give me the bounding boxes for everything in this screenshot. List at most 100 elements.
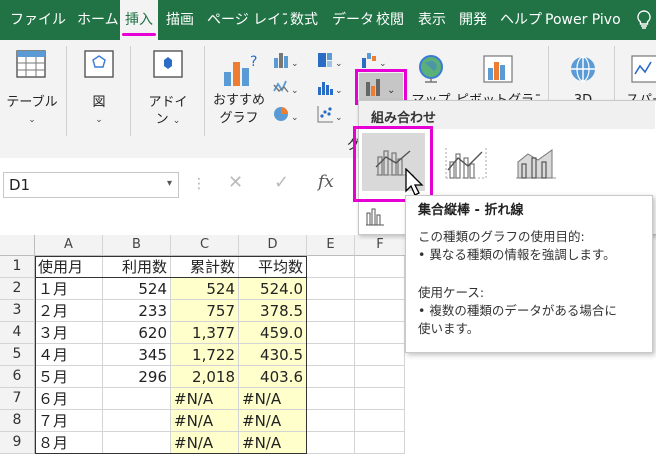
cell-a1[interactable]: 使用月 [35, 256, 103, 278]
cell-c7[interactable]: #N/A [171, 388, 239, 410]
cell-e4[interactable] [307, 322, 355, 344]
row-header[interactable]: 8 [0, 410, 35, 432]
cell-c6[interactable]: 2,018 [171, 366, 239, 388]
column-header-c[interactable]: C [171, 235, 239, 256]
cell-b1[interactable]: 利用数 [103, 256, 171, 278]
cell-f2[interactable] [355, 278, 405, 300]
tab-home[interactable]: ホーム [77, 0, 119, 40]
enter-icon[interactable]: ✓ [274, 172, 289, 193]
cell-d8[interactable]: #N/A [239, 410, 307, 432]
cell-e2[interactable] [307, 278, 355, 300]
cell-c5[interactable]: 1,722 [171, 344, 239, 366]
illustrations-button[interactable]: 図 [82, 94, 116, 111]
cell-f7[interactable] [355, 388, 405, 410]
row-header[interactable]: 3 [0, 300, 35, 322]
column-header-f[interactable]: F [355, 235, 406, 256]
cell-d3[interactable]: 378.5 [239, 300, 307, 322]
ribbon-divider [130, 46, 131, 136]
cancel-icon[interactable]: ✕ [228, 172, 243, 193]
cell-a2[interactable]: １月 [35, 278, 103, 300]
tab-insert[interactable]: 挿入 [120, 0, 158, 40]
row-header[interactable]: 1 [0, 256, 35, 278]
line-chart-icon[interactable]: ⌄ [272, 77, 299, 97]
cell-b8[interactable] [103, 410, 171, 432]
formula-bar-grip[interactable]: ⋮ [192, 176, 206, 192]
row-header[interactable]: 6 [0, 366, 35, 388]
cell-d6[interactable]: 403.6 [239, 366, 307, 388]
cell-a8[interactable]: ７月 [35, 410, 103, 432]
row-header[interactable]: 4 [0, 322, 35, 344]
cell-c3[interactable]: 757 [171, 300, 239, 322]
cell-b4[interactable]: 620 [103, 322, 171, 344]
cell-b2[interactable]: 524 [103, 278, 171, 300]
cell-f3[interactable] [355, 300, 405, 322]
cell-e1[interactable] [307, 256, 355, 278]
shapes-icon [82, 48, 116, 80]
cell-d4[interactable]: 459.0 [239, 322, 307, 344]
cell-e3[interactable] [307, 300, 355, 322]
lightbulb-icon[interactable] [636, 10, 652, 30]
cell-b5[interactable]: 345 [103, 344, 171, 366]
name-box[interactable]: D1 ▾ [3, 172, 179, 198]
cell-a6[interactable]: ５月 [35, 366, 103, 388]
tab-view[interactable]: 表示 [418, 0, 446, 40]
tab-review[interactable]: 校閲 [376, 0, 404, 40]
column-chart-icon[interactable]: ⌄ [272, 50, 299, 70]
tab-page-layout[interactable]: ページ レイアウ [207, 0, 287, 40]
custom-combo-chart-icon[interactable] [364, 205, 388, 227]
cell-d1[interactable]: 平均数 [239, 256, 307, 278]
cell-e5[interactable] [307, 344, 355, 366]
column-header-e[interactable]: E [307, 235, 355, 256]
waterfall-chart-icon[interactable]: ⌄ [360, 50, 387, 70]
combo-option-stacked-area-column[interactable] [508, 140, 564, 188]
tab-help[interactable]: ヘルプ [500, 0, 542, 40]
cell-b3[interactable]: 233 [103, 300, 171, 322]
column-header-d[interactable]: D [239, 235, 307, 256]
cell-f1[interactable] [355, 256, 405, 278]
row-header[interactable]: 7 [0, 388, 35, 410]
pie-chart-icon[interactable]: ⌄ [272, 104, 299, 124]
cell-c2[interactable]: 524 [171, 278, 239, 300]
cell-f5[interactable] [355, 344, 405, 366]
scatter-chart-icon[interactable]: ⌄ [316, 104, 343, 124]
tab-data[interactable]: データ [332, 0, 374, 40]
statistic-chart-icon[interactable]: ⌄ [316, 77, 343, 97]
cell-b7[interactable] [103, 388, 171, 410]
row-header[interactable]: 5 [0, 344, 35, 366]
cell-f8[interactable] [355, 410, 405, 432]
cell-b6[interactable]: 296 [103, 366, 171, 388]
cell-a3[interactable]: ２月 [35, 300, 103, 322]
row-header[interactable]: 2 [0, 278, 35, 300]
cell-d5[interactable]: 430.5 [239, 344, 307, 366]
recommended-charts-button[interactable]: おすすめ [210, 92, 268, 109]
column-header-a[interactable]: A [35, 235, 103, 256]
cell-e6[interactable] [307, 366, 355, 388]
tab-developer[interactable]: 開発 [459, 0, 487, 40]
tab-file[interactable]: ファイル [10, 0, 66, 40]
cell-d2[interactable]: 524.0 [239, 278, 307, 300]
cell-c4[interactable]: 1,377 [171, 322, 239, 344]
combo-option-clustered-column-line-secondary[interactable] [438, 140, 494, 188]
cell-a7[interactable]: ６月 [35, 388, 103, 410]
tab-formulas[interactable]: 数式 [290, 0, 318, 40]
table-button[interactable]: テーブル [6, 94, 58, 111]
addin-button[interactable]: アドイ [144, 94, 192, 111]
cell-f6[interactable] [355, 366, 405, 388]
cell-a5[interactable]: ４月 [35, 344, 103, 366]
cell-a4[interactable]: ３月 [35, 322, 103, 344]
chevron-down-icon[interactable]: ▾ [167, 178, 172, 189]
combo-chart-tooltip: 集合縦棒 - 折れ線 この種類のグラフの使用目的: • 異なる種類の情報を強調し… [405, 195, 653, 353]
svg-text:⌄: ⌄ [291, 113, 298, 123]
cell-c1[interactable]: 累計数 [171, 256, 239, 278]
cell-d7[interactable]: #N/A [239, 388, 307, 410]
hierarchy-chart-icon[interactable]: ⌄ [316, 50, 343, 70]
select-all-corner[interactable] [0, 235, 35, 256]
cell-e7[interactable] [307, 388, 355, 410]
tab-power-pivot[interactable]: Power Pivo [545, 0, 623, 40]
insert-function-button[interactable]: fx [318, 172, 334, 192]
cell-f4[interactable] [355, 322, 405, 344]
cell-c8[interactable]: #N/A [171, 410, 239, 432]
tab-draw[interactable]: 描画 [166, 0, 194, 40]
cell-e8[interactable] [307, 410, 355, 432]
column-header-b[interactable]: B [103, 235, 171, 256]
